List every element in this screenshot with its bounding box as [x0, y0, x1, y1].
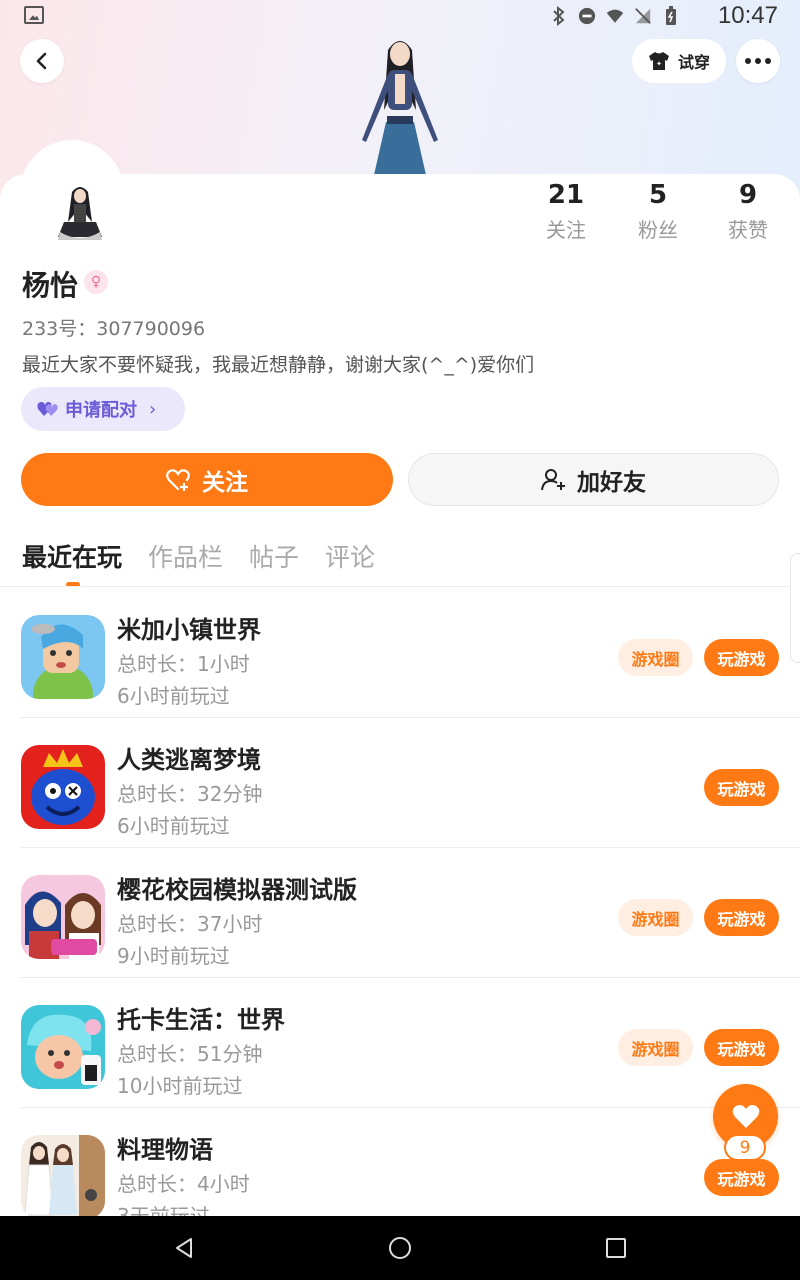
- chevron-left-icon: [36, 52, 47, 70]
- add-user-icon: [541, 468, 565, 490]
- more-dots-icon: [745, 58, 771, 64]
- status-bar: 10:47: [0, 0, 800, 34]
- heart-plus-icon: [166, 468, 190, 491]
- game-circle-button[interactable]: 游戏圈: [618, 639, 693, 676]
- stat-following[interactable]: 21 关注: [526, 180, 606, 243]
- more-options-button[interactable]: [736, 39, 780, 83]
- back-button[interactable]: [20, 39, 64, 83]
- do-not-disturb-icon: [578, 6, 596, 26]
- nav-home-icon[interactable]: [389, 1237, 411, 1259]
- add-friend-label: 加好友: [577, 469, 646, 496]
- profile-stats: 21 关注 5 粉丝 9 获赞: [520, 180, 800, 250]
- stat-likes-value: 9: [738, 180, 758, 210]
- avatar[interactable]: [52, 182, 108, 242]
- game-circle-button[interactable]: 游戏圈: [618, 1029, 693, 1066]
- play-game-button[interactable]: 玩游戏: [704, 639, 779, 676]
- female-gender-icon: ♀: [84, 270, 108, 294]
- game-icon-escape-dream: [21, 745, 105, 829]
- request-pair-button[interactable]: 申请配对 ›: [21, 387, 185, 431]
- heart-icon: [732, 1104, 759, 1128]
- game-duration: 总时长：32分钟: [117, 782, 263, 806]
- game-last-played: 6小时前玩过: [117, 814, 230, 838]
- tab-comments[interactable]: 评论: [325, 538, 375, 574]
- profile-bio: 最近大家不要怀疑我，我最近想静静，谢谢大家(^_^)爱你们: [22, 354, 535, 376]
- list-item[interactable]: 米加小镇世界 总时长：1小时 6小时前玩过 游戏圈 玩游戏: [0, 588, 800, 718]
- stat-fans-value: 5: [648, 180, 668, 210]
- game-duration: 总时长：51分钟: [117, 1042, 263, 1066]
- game-icon-sakura-school: [21, 875, 105, 959]
- stat-following-label: 关注: [546, 218, 586, 242]
- stat-fans-label: 粉丝: [638, 218, 678, 242]
- list-item[interactable]: 樱花校园模拟器测试版 总时长：37小时 9小时前玩过 游戏圈 玩游戏: [0, 848, 800, 978]
- tab-works[interactable]: 作品栏: [148, 538, 223, 574]
- game-duration: 总时长：37小时: [117, 912, 263, 936]
- tab-posts[interactable]: 帖子: [249, 538, 299, 574]
- play-game-button[interactable]: 玩游戏: [704, 769, 779, 806]
- stat-likes-label: 获赞: [728, 218, 768, 242]
- game-title: 樱花校园模拟器测试版: [117, 876, 357, 904]
- tabs-divider: [0, 586, 800, 587]
- system-navigation-bar: [0, 1216, 800, 1280]
- battery-icon: [662, 6, 680, 26]
- wifi-icon: [606, 6, 624, 26]
- svg-text:✦: ✦: [656, 60, 662, 68]
- add-friend-button[interactable]: 加好友: [408, 453, 779, 506]
- game-duration: 总时长：4小时: [117, 1172, 250, 1196]
- request-pair-label: 申请配对: [65, 400, 137, 421]
- game-circle-button[interactable]: 游戏圈: [618, 899, 693, 936]
- double-heart-icon: [37, 401, 58, 416]
- tab-recent-playing[interactable]: 最近在玩: [22, 538, 122, 587]
- game-duration: 总时长：1小时: [117, 652, 250, 676]
- try-on-label: 试穿: [677, 53, 710, 72]
- profile-uid: 233号：307790096: [22, 318, 206, 340]
- chevron-right-icon: ›: [149, 398, 157, 420]
- stat-likes[interactable]: 9 获赞: [708, 180, 788, 243]
- follow-button[interactable]: 关注: [21, 453, 393, 506]
- game-title: 人类逃离梦境: [117, 746, 261, 774]
- no-signal-icon: [634, 6, 652, 26]
- profile-name: 杨怡: [22, 269, 79, 302]
- profile-tabs: 最近在玩 作品栏 帖子 评论: [22, 538, 375, 587]
- follow-label: 关注: [202, 469, 248, 496]
- game-icon-toca-life: [21, 1005, 105, 1089]
- tshirt-icon: ✦: [648, 52, 669, 70]
- game-title: 米加小镇世界: [117, 616, 261, 644]
- bluetooth-icon: [550, 6, 568, 26]
- gallery-icon: [24, 6, 44, 24]
- stat-following-value: 21: [547, 180, 585, 210]
- try-on-button[interactable]: ✦ 试穿: [632, 39, 726, 83]
- game-last-played: 6小时前玩过: [117, 684, 230, 708]
- play-game-button[interactable]: 玩游戏: [704, 1029, 779, 1066]
- list-item[interactable]: 人类逃离梦境 总时长：32分钟 6小时前玩过 玩游戏: [0, 718, 800, 848]
- like-count-badge: 9: [724, 1134, 766, 1161]
- list-item[interactable]: 托卡生活：世界 总时长：51分钟 10小时前玩过 游戏圈 玩游戏: [0, 978, 800, 1108]
- game-icon-miga-town: [21, 615, 105, 699]
- game-last-played: 10小时前玩过: [117, 1074, 243, 1098]
- play-game-button[interactable]: 玩游戏: [704, 899, 779, 936]
- nav-back-icon[interactable]: [174, 1237, 194, 1259]
- game-icon-cooking-story: [21, 1135, 105, 1219]
- status-time: 10:47: [717, 2, 778, 29]
- game-title: 托卡生活：世界: [117, 1006, 285, 1034]
- game-title: 料理物语: [117, 1136, 213, 1164]
- play-game-button[interactable]: 玩游戏: [704, 1159, 779, 1196]
- avatar-3d-figure[interactable]: [340, 30, 460, 175]
- nav-recents-icon[interactable]: [606, 1238, 626, 1258]
- game-last-played: 9小时前玩过: [117, 944, 230, 968]
- stat-fans[interactable]: 5 粉丝: [618, 180, 698, 243]
